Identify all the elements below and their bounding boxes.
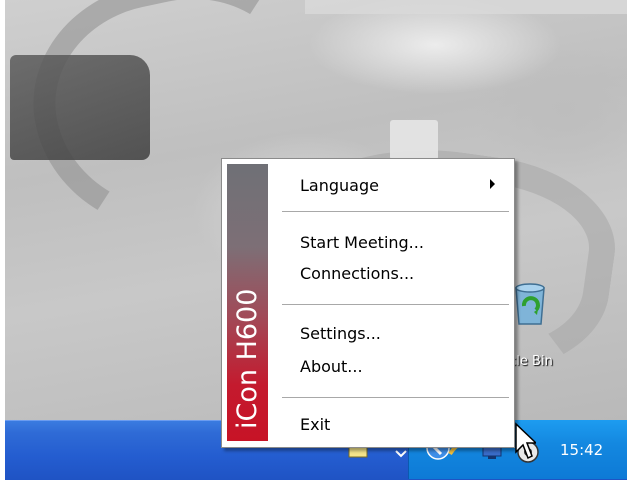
mouse-cursor-icon (515, 422, 536, 460)
menu-item-about[interactable]: About... (300, 357, 363, 376)
menu-brand-sidebar: iCon H600 (227, 164, 268, 441)
menu-brand-text: iCon H600 (232, 288, 263, 429)
tray-expand-icon[interactable] (395, 450, 407, 458)
submenu-arrow-icon (490, 179, 495, 189)
menu-separator (282, 211, 509, 213)
tray-context-menu: iCon H600 Language Start Meeting... Conn… (221, 158, 515, 448)
menu-item-exit[interactable]: Exit (300, 415, 330, 434)
menu-item-settings[interactable]: Settings... (300, 324, 381, 343)
taskbar-clock[interactable]: 15:42 (560, 441, 603, 459)
menu-item-connections[interactable]: Connections... (300, 264, 414, 283)
recycle-bin-icon (515, 283, 545, 325)
wallpaper-shape (390, 120, 438, 160)
menu-item-start-meeting[interactable]: Start Meeting... (300, 233, 424, 252)
menu-item-language[interactable]: Language (300, 176, 379, 195)
wallpaper-shape (10, 55, 150, 160)
menu-separator (282, 397, 509, 399)
wallpaper-shape (305, 0, 627, 14)
menu-separator (282, 304, 509, 306)
